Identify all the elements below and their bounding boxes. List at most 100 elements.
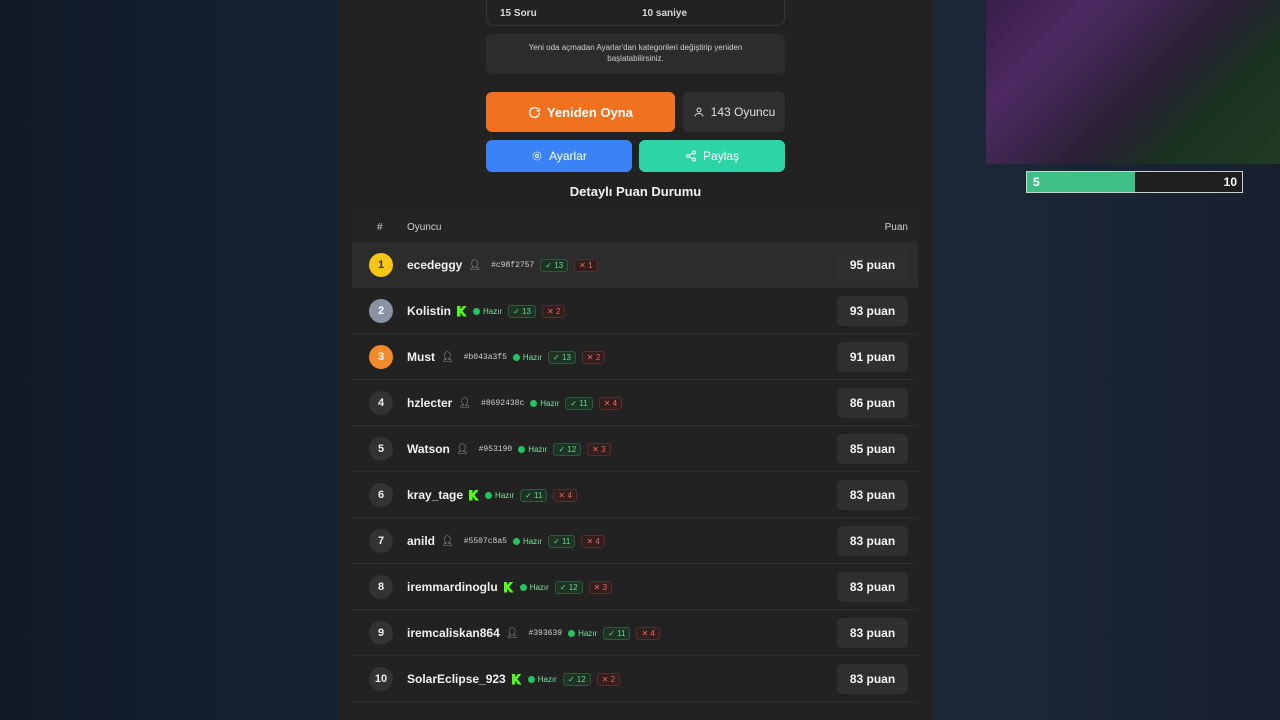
player-score: 83 puan [837,480,908,510]
player-info: Must 👤︎ #b043a3f5 Hazır ✓ 13 ✕ 2 [407,334,606,380]
user-icon [694,107,704,117]
user-icon: 👤︎ [441,351,454,363]
correct-value: 12 [568,582,578,592]
check-icon [473,307,480,315]
share-icon [685,150,696,162]
rank-badge: 5 [369,437,393,461]
ready-label: Hazır [495,490,515,500]
ready-label: Hazır [540,398,560,408]
player-id: #953190 [478,444,513,454]
user-icon: 👤︎ [468,259,482,271]
player-info: Watson 👤︎ #953190 Hazır ✓ 12 ✕ 3 [407,426,611,472]
header-rank: # [377,222,383,233]
scoreboard-table: # Oyuncu Puan 1 ecedeggy 👤︎ #c98f2757 ✓ 13 ✕ … [352,212,918,702]
question-progress-bar: 5 10 [1026,171,1243,193]
time-per-question: 10 saniye [642,8,688,19]
wrong-value: 4 [595,536,600,546]
table-row[interactable]: 6 kray_tage Hazır ✓ 11 ✕ 4 83 puan [352,472,918,518]
player-info: Kolistin Hazır ✓ 13 ✕ 2 [407,288,566,334]
player-name: kray_tage [407,488,464,502]
check-icon [512,537,520,545]
table-row[interactable]: 10 SolarEclipse_923 Hazır ✓ 12 ✕ 2 83 puan [352,656,918,702]
correct-count: ✓ 13 [540,258,569,272]
ready-label: Hazır [522,536,543,546]
wrong-value: 3 [601,444,606,454]
correct-value: 13 [554,260,564,270]
ready-status: Hazır [512,536,543,546]
table-row[interactable]: 7 anild 👤︎ #5507c8a5 Hazır ✓ 11 ✕ 4 83 puan [352,518,918,564]
rank-badge: 8 [369,575,393,599]
correct-count: ✓ 11 [548,534,576,548]
wrong-count: ✕ 4 [581,534,605,548]
table-row[interactable]: 3 Must 👤︎ #b043a3f5 Hazır ✓ 13 ✕ 2 91 puan [352,334,918,380]
check-icon [530,399,538,407]
players-button[interactable]: 143 Oyuncu [683,92,785,132]
ready-label: Hazır [522,352,543,362]
table-row[interactable]: 1 ecedeggy 👤︎ #c98f2757 ✓ 13 ✕ 1 95 puan [352,242,918,288]
player-score: 83 puan [837,618,908,648]
replay-button-label: Yeniden Oyna [547,104,633,120]
rank-badge: 6 [369,483,393,507]
check-icon [519,583,527,591]
rank-badge: 1 [369,253,393,277]
table-row[interactable]: 2 Kolistin Hazır ✓ 13 ✕ 2 93 puan [352,288,918,334]
player-id: #8692438c [481,398,525,408]
correct-value: 11 [579,398,588,408]
rank-badge: 9 [369,621,393,645]
table-header: # Oyuncu Puan [352,212,918,242]
user-icon: 👤︎ [505,627,519,639]
wrong-value: 2 [595,352,601,362]
wrong-count: ✕ 4 [598,396,623,410]
player-name: ecedeggy [407,258,463,272]
wrong-count: ✕ 4 [553,488,577,502]
table-row[interactable]: 8 iremmardinoglu Hazır ✓ 12 ✕ 3 83 puan [352,564,918,610]
kick-icon [503,581,514,593]
player-score: 86 puan [837,388,908,418]
player-score: 83 puan [837,664,908,694]
correct-count: ✓ 13 [548,350,576,364]
kick-icon [457,305,467,317]
ready-label: Hazır [537,674,557,684]
ready-status: Hazır [527,674,557,684]
table-row[interactable]: 4 hzlecter 👤︎ #8692438c Hazır ✓ 11 ✕ 4 86 puan [352,380,918,426]
table-row[interactable]: 9 iremcaliskan864 👤︎ #393639 Hazır ✓ 11 ✕ 4 83 … [352,610,918,656]
correct-count: ✓ 12 [562,672,591,686]
table-row[interactable]: 5 Watson 👤︎ #953190 Hazır ✓ 12 ✕ 3 85 puan [352,426,918,472]
correct-value: 12 [576,674,586,684]
settings-button[interactable]: Ayarlar [486,140,632,172]
player-name: hzlecter [407,396,453,410]
rank-badge: 7 [369,529,393,553]
player-info: ecedeggy 👤︎ #c98f2757 ✓ 13 ✕ 1 [407,242,598,288]
correct-value: 11 [617,628,626,638]
correct-count: ✓ 11 [565,396,593,410]
question-count: 15 Soru [500,8,537,19]
player-info: kray_tage Hazır ✓ 11 ✕ 4 [407,472,577,518]
player-id: #5507c8a5 [463,536,507,546]
section-title: Detaylı Puan Durumu [569,184,702,199]
players-count-label: 143 Oyuncu [710,105,776,119]
settings-button-label: Ayarlar [549,149,587,163]
webcam-overlay [986,0,1280,164]
replay-button[interactable]: Yeniden Oyna [486,92,675,132]
player-score: 95 puan [837,250,908,280]
share-button[interactable]: Paylaş [639,140,785,172]
correct-value: 13 [561,352,571,362]
user-icon: 👤︎ [441,535,454,547]
wrong-count: ✕ 2 [596,672,621,686]
kick-icon [469,489,480,501]
player-id: #b043a3f5 [463,352,507,362]
player-id: #393639 [528,628,563,638]
kick-icon [511,673,522,685]
rank-badge: 3 [369,345,393,369]
ready-status: Hazır [512,352,543,362]
wrong-value: 2 [610,674,616,684]
player-info: SolarEclipse_923 Hazır ✓ 12 ✕ 2 [407,656,621,702]
player-name: SolarEclipse_923 [407,672,506,686]
wrong-count: ✕ 3 [587,442,611,456]
check-icon [568,629,576,637]
player-name: anild [407,534,436,548]
correct-count: ✓ 12 [554,580,583,594]
player-score: 85 puan [837,434,908,464]
check-icon [527,675,535,683]
player-score: 83 puan [837,526,908,556]
